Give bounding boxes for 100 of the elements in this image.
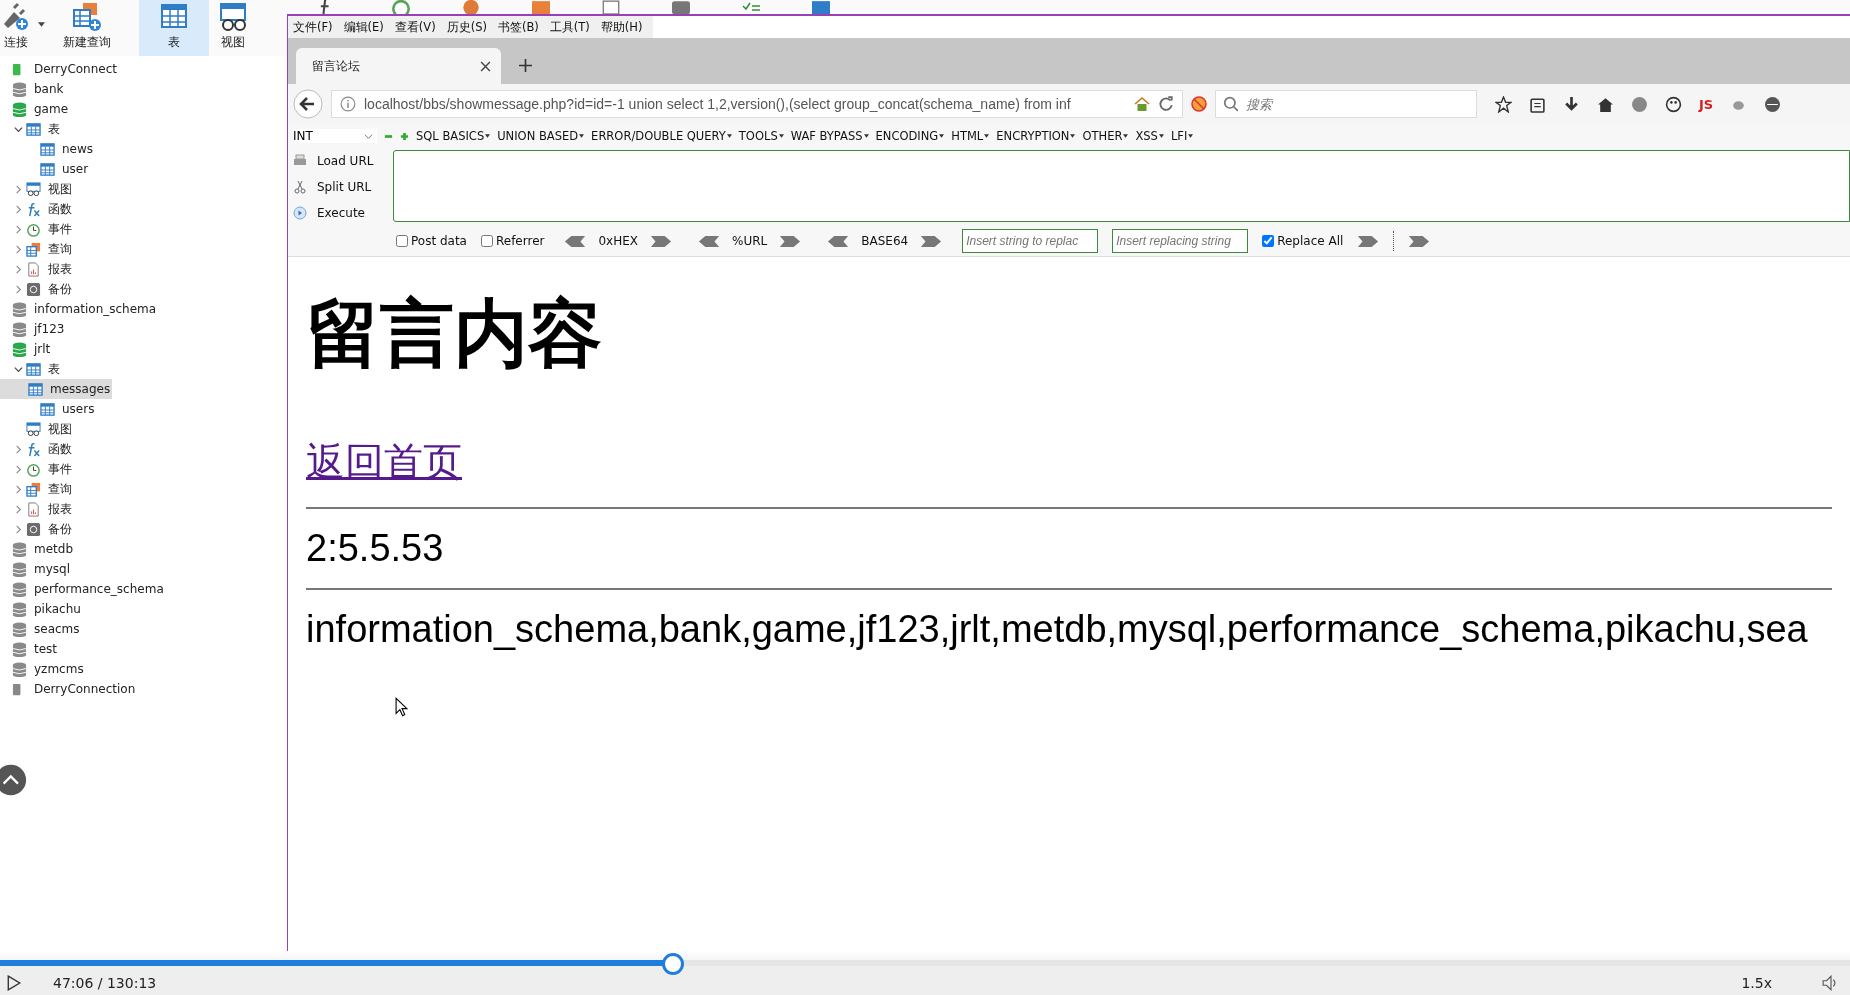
tree-item[interactable]: pikachu: [0, 599, 287, 619]
chevron-down-icon[interactable]: [14, 364, 23, 374]
tree-item[interactable]: 视图: [0, 179, 287, 199]
menu-item[interactable]: 查看(V): [394, 19, 436, 35]
tree-item[interactable]: seacms: [0, 619, 287, 639]
printer-icon[interactable]: [293, 154, 307, 168]
hackbar-menu[interactable]: TOOLS: [738, 129, 784, 143]
blocked-icon[interactable]: [1191, 96, 1207, 112]
tree-item[interactable]: DerryConnect: [0, 59, 287, 79]
tree-item[interactable]: 函数: [0, 199, 287, 219]
right-arrow-icon[interactable]: [650, 235, 672, 247]
tree-item[interactable]: 事件: [0, 219, 287, 239]
close-icon[interactable]: [480, 60, 491, 72]
tree-item[interactable]: 查询: [0, 479, 287, 499]
reload-icon[interactable]: [1158, 96, 1174, 112]
hackbar-menu[interactable]: UNION BASED: [497, 129, 585, 143]
tree-item[interactable]: 报表: [0, 259, 287, 279]
tree-item[interactable]: game: [0, 99, 287, 119]
tree-item[interactable]: user: [0, 159, 287, 179]
left-arrow-icon[interactable]: [827, 235, 850, 247]
menu-item[interactable]: 文件(F): [293, 19, 333, 35]
left-arrow-icon[interactable]: [564, 235, 587, 247]
menu-item[interactable]: 书签(B): [497, 19, 539, 35]
tree-item[interactable]: 函数: [0, 439, 287, 459]
hackbar-menu[interactable]: XSS: [1135, 129, 1164, 143]
tree-item[interactable]: mysql: [0, 559, 287, 579]
toolbar-button[interactable]: 新建查询: [55, 0, 119, 56]
tree-item[interactable]: 视图: [0, 419, 287, 439]
hackbar-menu[interactable]: ERROR/DOUBLE QUERY: [591, 129, 732, 143]
toolbar-button[interactable]: 连接: [0, 0, 40, 56]
chevron-right-icon[interactable]: [14, 244, 23, 254]
home-link[interactable]: 返回首页: [306, 435, 462, 489]
tree-item[interactable]: 表: [0, 359, 287, 379]
tree-item[interactable]: 报表: [0, 499, 287, 519]
progress-handle[interactable]: [661, 953, 684, 975]
browser-tab[interactable]: 留言论坛: [296, 48, 501, 84]
checkbox[interactable]: [480, 235, 493, 247]
scissors-icon[interactable]: [293, 180, 307, 194]
hackbar-action[interactable]: Split URL: [317, 180, 372, 194]
type-select[interactable]: INT: [293, 129, 377, 143]
url-editor[interactable]: [393, 150, 1850, 222]
replace-to-field[interactable]: Insert replacing string: [1112, 229, 1249, 253]
checkbox[interactable]: [1262, 235, 1275, 247]
chevron-right-icon[interactable]: [14, 284, 23, 294]
tree-item[interactable]: metdb: [0, 539, 287, 559]
new-tab-icon[interactable]: [519, 59, 532, 72]
tree-item[interactable]: 备份: [0, 279, 287, 299]
chevron-right-icon[interactable]: [14, 464, 23, 474]
tree-item[interactable]: news: [0, 139, 287, 159]
left-arrow-icon[interactable]: [698, 235, 720, 247]
chevron-right-icon[interactable]: [14, 184, 23, 194]
chevron-down-icon[interactable]: [14, 124, 23, 134]
tree-item[interactable]: messages: [0, 379, 112, 399]
palette-icon[interactable]: [1665, 95, 1682, 113]
hackbar-menu[interactable]: HTML: [951, 129, 990, 143]
hackbar-menu[interactable]: ENCRYPTION: [996, 129, 1076, 143]
menu-item[interactable]: 编辑(E): [343, 19, 384, 35]
hackbar-menu[interactable]: SQL BASICS: [416, 129, 491, 143]
tree-item[interactable]: 事件: [0, 459, 287, 479]
tree-item[interactable]: users: [0, 399, 287, 419]
checklist-icon[interactable]: [742, 0, 760, 14]
tree-item[interactable]: performance_schema: [0, 579, 287, 599]
tree-item[interactable]: 表: [0, 119, 287, 139]
tree-item[interactable]: jrlt: [0, 339, 287, 359]
hackbar-menu[interactable]: ENCODING: [875, 129, 945, 143]
plus-icon[interactable]: [400, 131, 409, 141]
tree-item[interactable]: information_schema: [0, 299, 287, 319]
chevron-right-icon[interactable]: [14, 264, 23, 274]
menu-item[interactable]: 工具(T): [549, 19, 590, 35]
chevron-right-icon[interactable]: [14, 444, 23, 454]
chevron-right-icon[interactable]: [14, 484, 23, 494]
clipboard-icon[interactable]: [1529, 95, 1546, 113]
home-icon[interactable]: [1597, 95, 1614, 113]
toolbar-button[interactable]: 视图: [209, 0, 257, 56]
right-arrow-icon[interactable]: [1408, 235, 1431, 247]
js-icon[interactable]: JS: [1699, 96, 1714, 112]
search-field[interactable]: 搜索: [1215, 90, 1477, 118]
address-bar[interactable]: localhost/bbs/showmessage.php?id=id=-1 union select 1,2,version(),(select group_concat(schema_name) from inf: [331, 90, 1183, 118]
chevron-right-icon[interactable]: [14, 504, 23, 514]
hackbar-menu[interactable]: OTHER: [1082, 129, 1129, 143]
hackbar-menu[interactable]: WAF BYPASS: [790, 129, 869, 143]
right-arrow-icon[interactable]: [779, 235, 802, 247]
menu-item[interactable]: 帮助(H): [600, 19, 643, 35]
hackbar-action[interactable]: Execute: [317, 206, 365, 220]
play-icon[interactable]: [5, 975, 23, 991]
tree-item[interactable]: yzmcms: [0, 659, 287, 679]
star-icon[interactable]: [1495, 95, 1512, 113]
scroll-up-button[interactable]: [0, 762, 27, 798]
clock-icon[interactable]: [392, 0, 410, 14]
checkbox[interactable]: [396, 235, 408, 247]
hackbar-action[interactable]: Load URL: [317, 154, 374, 168]
tree-item[interactable]: 备份: [0, 519, 287, 539]
toolbar-button[interactable]: 表: [139, 0, 209, 56]
speed-button[interactable]: 1.5x: [1741, 975, 1772, 991]
right-arrow-icon[interactable]: [920, 235, 943, 247]
tree-item[interactable]: jf123: [0, 319, 287, 339]
tree-item[interactable]: 查询: [0, 239, 287, 259]
menu-item[interactable]: 历史(S): [446, 19, 487, 35]
caret-icon[interactable]: [38, 22, 45, 27]
download-icon[interactable]: [1563, 95, 1580, 113]
